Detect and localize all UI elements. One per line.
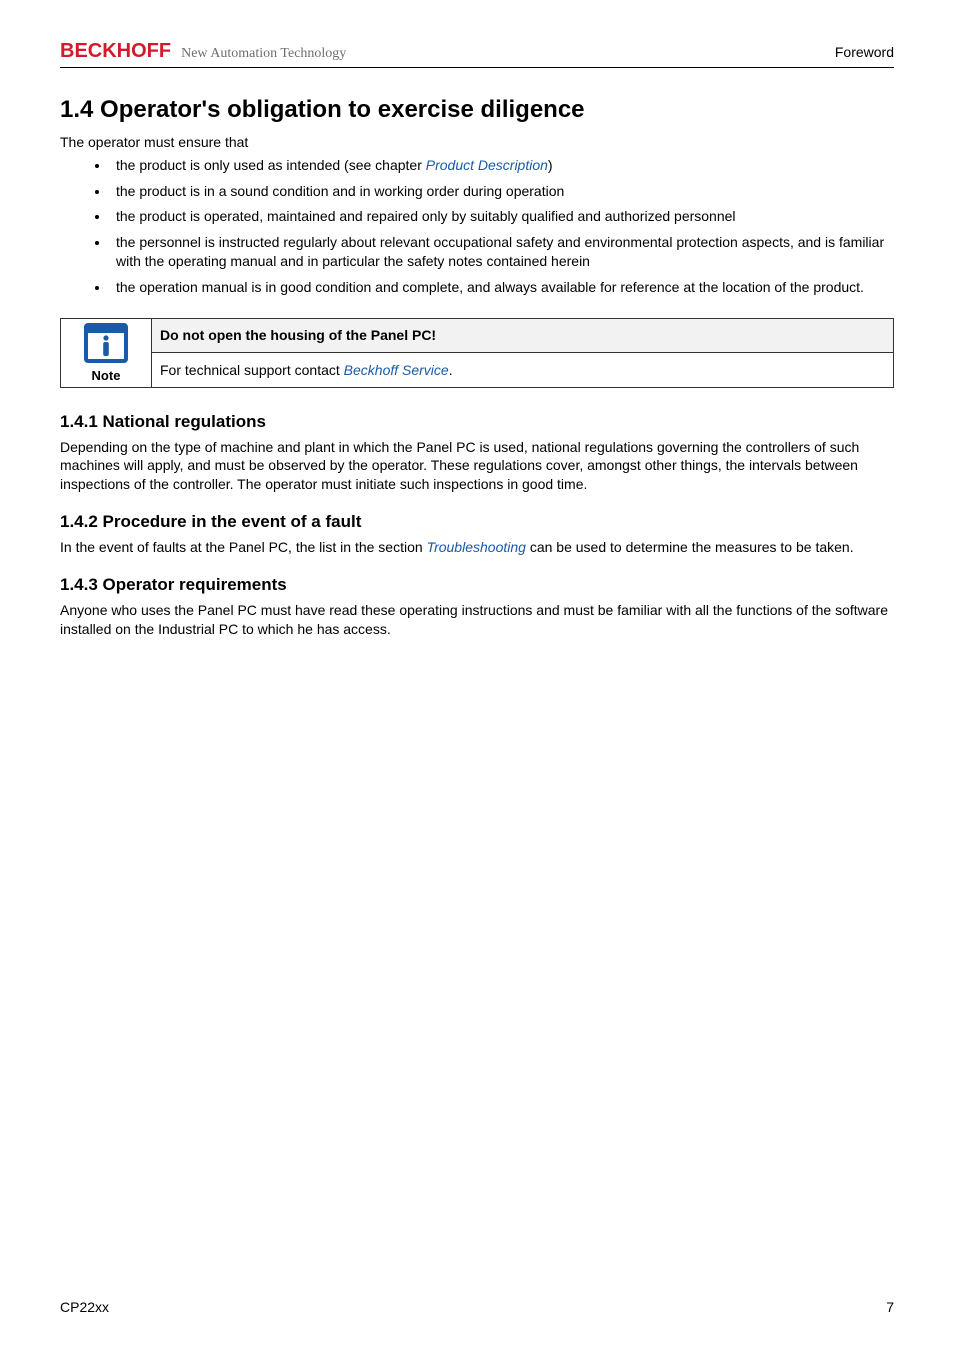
- list-item: the personnel is instructed regularly ab…: [110, 233, 894, 272]
- body-suffix: can be used to determine the measures to…: [526, 539, 854, 555]
- note-body-suffix: .: [449, 362, 453, 378]
- page-header: BECKHOFF New Automation Technology Forew…: [60, 40, 894, 68]
- section-heading: 1.4 Operator's obligation to exercise di…: [60, 96, 894, 124]
- note-body: For technical support contact Beckhoff S…: [152, 353, 894, 388]
- beckhoff-service-link[interactable]: Beckhoff Service: [344, 362, 449, 378]
- subsection-body: Anyone who uses the Panel PC must have r…: [60, 601, 894, 639]
- product-description-link[interactable]: Product Description: [426, 157, 548, 173]
- list-item: the product is in a sound condition and …: [110, 182, 894, 202]
- list-item: the product is only used as intended (se…: [110, 156, 894, 176]
- troubleshooting-link[interactable]: Troubleshooting: [427, 539, 526, 555]
- page-footer: CP22xx 7: [60, 1299, 894, 1315]
- subsection-body: In the event of faults at the Panel PC, …: [60, 538, 894, 557]
- subsection-body: Depending on the type of machine and pla…: [60, 438, 894, 495]
- list-text-suffix: ): [548, 157, 553, 173]
- info-icon: [82, 323, 130, 363]
- chapter-title: Foreword: [835, 44, 894, 60]
- note-box: Note Do not open the housing of the Pane…: [60, 318, 894, 388]
- logo-block: BECKHOFF New Automation Technology: [60, 40, 346, 63]
- footer-page-number: 7: [886, 1299, 894, 1315]
- footer-left: CP22xx: [60, 1299, 109, 1315]
- subsection-heading: 1.4.3 Operator requirements: [60, 575, 894, 595]
- section-intro: The operator must ensure that: [60, 134, 894, 150]
- note-title: Do not open the housing of the Panel PC!: [152, 318, 894, 353]
- brand-tagline: New Automation Technology: [181, 46, 346, 62]
- note-body-prefix: For technical support contact: [160, 362, 344, 378]
- brand-logo: BECKHOFF: [60, 40, 171, 63]
- list-text-prefix: the product is only used as intended (se…: [116, 157, 426, 173]
- obligation-list: the product is only used as intended (se…: [110, 156, 894, 298]
- subsection-heading: 1.4.2 Procedure in the event of a fault: [60, 512, 894, 532]
- list-item: the operation manual is in good conditio…: [110, 278, 894, 298]
- body-prefix: In the event of faults at the Panel PC, …: [60, 539, 427, 555]
- subsection-heading: 1.4.1 National regulations: [60, 412, 894, 432]
- note-caption: Note: [69, 368, 143, 383]
- list-item: the product is operated, maintained and …: [110, 207, 894, 227]
- note-icon-cell: Note: [61, 318, 152, 387]
